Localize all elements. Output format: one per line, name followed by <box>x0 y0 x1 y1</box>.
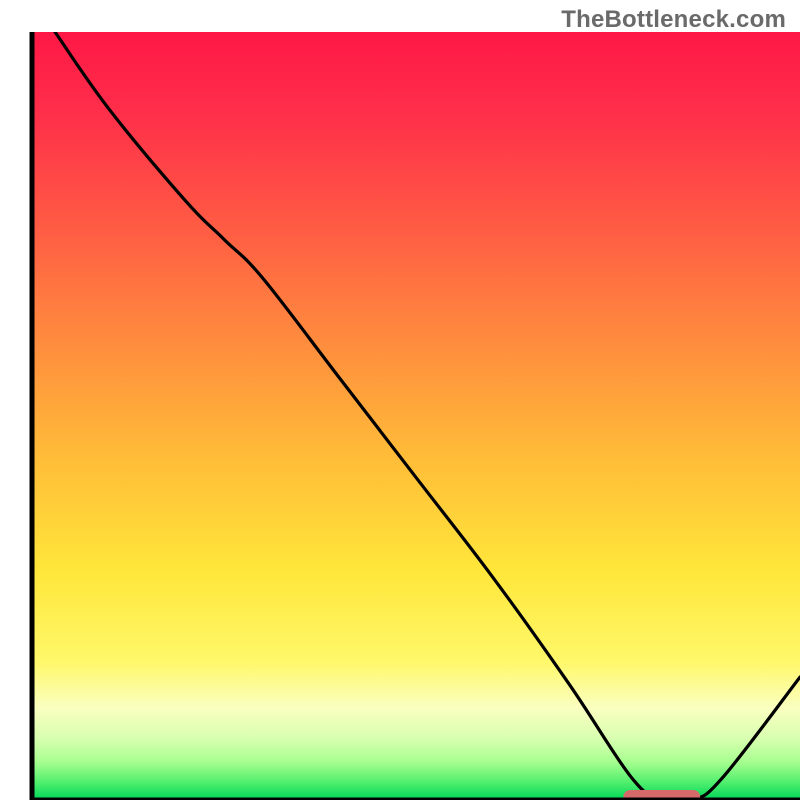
bottleneck-chart <box>0 0 800 800</box>
chart-container: TheBottleneck.com <box>0 0 800 800</box>
watermark-text: TheBottleneck.com <box>561 6 786 34</box>
plot-background <box>32 32 800 800</box>
